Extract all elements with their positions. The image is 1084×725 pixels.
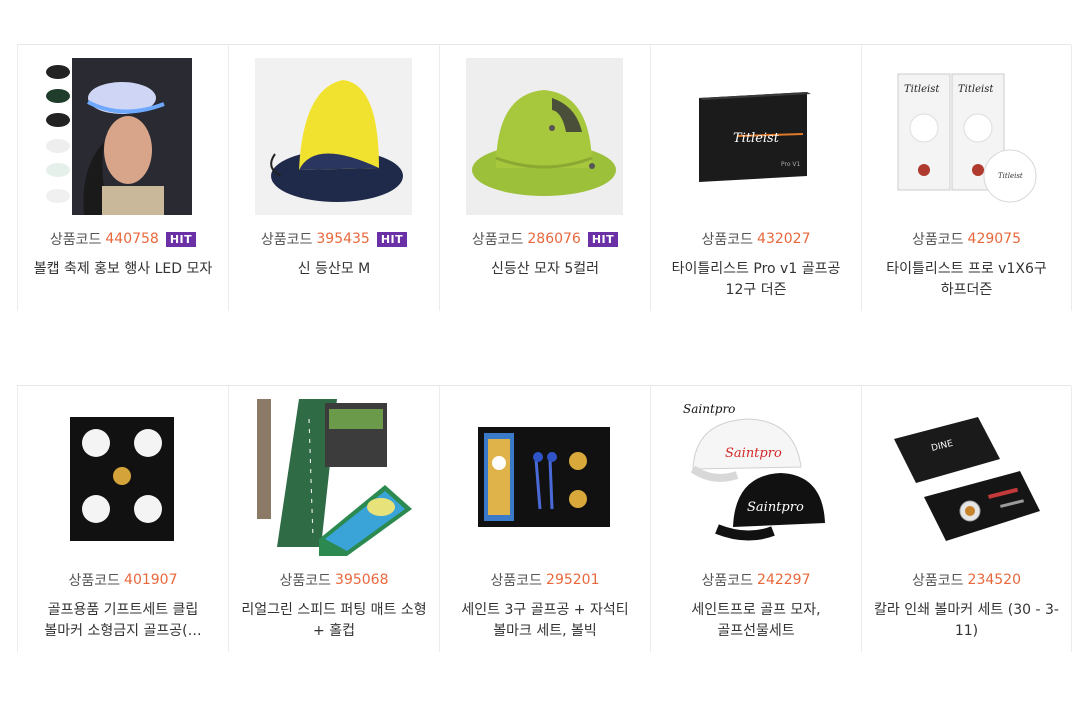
product-image[interactable]	[44, 58, 201, 215]
svg-text:Pro V1: Pro V1	[781, 161, 801, 168]
product-card[interactable]: 상품코드 395435 HIT 신 등산모 M	[228, 45, 439, 311]
svg-text:Titleist: Titleist	[958, 84, 994, 95]
hit-badge: HIT	[165, 231, 197, 247]
product-code: 286076	[527, 231, 581, 247]
product-code-label: 상품코드	[912, 232, 964, 248]
product-code: 242297	[757, 572, 811, 588]
product-code-label: 상품코드	[701, 573, 754, 589]
product-card[interactable]: Saintpro Saintpro Saintpro 상품코드 242297 세…	[650, 386, 861, 652]
product-card[interactable]: Titleist Titleist Titleist 상품코드 429075 타…	[861, 45, 1072, 311]
product-title[interactable]: 볼캡 축제 홍보 행사 LED 모자	[28, 259, 218, 301]
product-title[interactable]: 세인트 3구 골프공 + 자석티 볼마크 세트, 볼빅	[450, 600, 640, 642]
product-code-label: 상품코드	[701, 232, 754, 248]
product-image[interactable]: Titleist Pro V1	[677, 58, 834, 215]
svg-text:Titleist: Titleist	[998, 172, 1023, 180]
product-image[interactable]	[255, 58, 412, 215]
product-card[interactable]: 상품코드 295201 세인트 3구 골프공 + 자석티 볼마크 세트, 볼빅	[439, 386, 650, 652]
product-code-line: 상품코드 395435 HIT	[229, 229, 439, 249]
product-code: 432027	[757, 231, 811, 247]
product-image[interactable]: Titleist Titleist Titleist	[888, 58, 1045, 215]
hit-badge: HIT	[376, 231, 408, 247]
product-code: 295201	[546, 572, 600, 588]
product-code-line: 상품코드 242297	[651, 570, 861, 590]
product-code-line: 상품코드 432027	[651, 229, 861, 249]
product-row: 상품코드 440758 HIT 볼캡 축제 홍보 행사 LED 모자 상품코드 …	[17, 44, 1072, 311]
product-row: 상품코드 401907 골프용품 기프트세트 클립 볼마커 소형금지 골프공(……	[17, 385, 1072, 652]
product-image[interactable]	[255, 399, 412, 556]
product-image[interactable]	[466, 58, 623, 215]
product-code: 440758	[105, 231, 159, 247]
product-title[interactable]: 세인트프로 골프 모자, 골프선물세트	[661, 600, 851, 642]
product-code: 429075	[967, 231, 1021, 247]
product-code-label: 상품코드	[471, 232, 524, 248]
product-code-line: 상품코드 286076 HIT	[440, 229, 650, 249]
product-code-line: 상품코드 295201	[440, 570, 650, 590]
product-code-line: 상품코드 429075	[862, 229, 1071, 249]
product-title[interactable]: 리얼그린 스피드 퍼팅 매트 소형 + 홀컵	[239, 600, 429, 642]
product-card[interactable]: 상품코드 401907 골프용품 기프트세트 클립 볼마커 소형금지 골프공(…	[17, 386, 228, 652]
product-code-label: 상품코드	[260, 232, 313, 248]
product-card[interactable]: 상품코드 440758 HIT 볼캡 축제 홍보 행사 LED 모자	[17, 45, 228, 311]
product-card[interactable]: 상품코드 395068 리얼그린 스피드 퍼팅 매트 소형 + 홀컵	[228, 386, 439, 652]
svg-text:Saintpro: Saintpro	[683, 402, 735, 416]
svg-text:Saintpro: Saintpro	[725, 446, 782, 461]
product-image[interactable]: DINE	[888, 399, 1045, 556]
product-code-label: 상품코드	[49, 232, 102, 248]
product-code-line: 상품코드 401907	[18, 570, 228, 590]
product-code-label: 상품코드	[279, 573, 332, 589]
product-code: 395068	[335, 572, 389, 588]
svg-text:Titleist: Titleist	[733, 131, 780, 146]
product-title[interactable]: 신 등산모 M	[239, 259, 429, 301]
product-image[interactable]	[44, 399, 201, 556]
product-title[interactable]: 칼라 인쇄 볼마커 세트 (30 - 3- 11)	[872, 600, 1061, 642]
product-card[interactable]: DINE 상품코드 234520 칼라 인쇄 볼마커 세트 (30 - 3- 1…	[861, 386, 1072, 652]
product-code-label: 상품코드	[490, 573, 543, 589]
product-code-label: 상품코드	[68, 573, 121, 589]
product-code: 401907	[124, 572, 178, 588]
product-title[interactable]: 타이틀리스트 프로 v1X6구 하프더즌	[872, 259, 1061, 301]
svg-text:Titleist: Titleist	[904, 84, 940, 95]
product-title[interactable]: 신등산 모자 5컬러	[450, 259, 640, 301]
product-code-line: 상품코드 395068	[229, 570, 439, 590]
product-image[interactable]	[466, 399, 623, 556]
product-code: 234520	[967, 572, 1021, 588]
product-card[interactable]: 상품코드 286076 HIT 신등산 모자 5컬러	[439, 45, 650, 311]
product-title[interactable]: 타이틀리스트 Pro v1 골프공 12구 더즌	[661, 259, 851, 301]
product-card[interactable]: Titleist Pro V1 상품코드 432027 타이틀리스트 Pro v…	[650, 45, 861, 311]
product-code-line: 상품코드 234520	[862, 570, 1071, 590]
product-title[interactable]: 골프용품 기프트세트 클립 볼마커 소형금지 골프공(…	[28, 600, 218, 642]
product-code-label: 상품코드	[912, 573, 964, 589]
hit-badge: HIT	[587, 231, 619, 247]
product-code-line: 상품코드 440758 HIT	[18, 229, 228, 249]
product-image[interactable]: Saintpro Saintpro Saintpro	[677, 399, 834, 556]
product-code: 395435	[316, 231, 370, 247]
svg-text:Saintpro: Saintpro	[747, 500, 804, 515]
